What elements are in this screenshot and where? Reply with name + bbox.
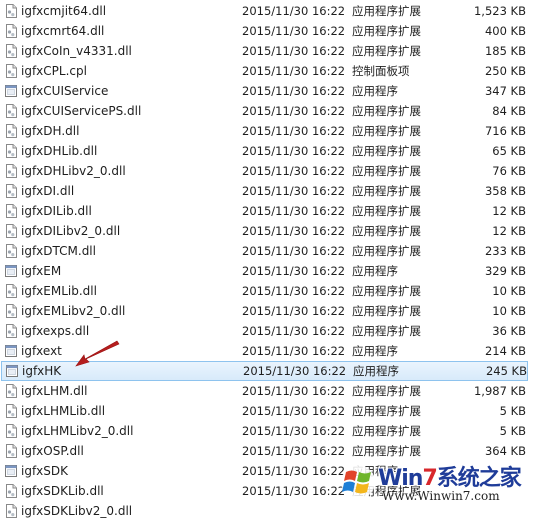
windows-logo-icon xyxy=(341,465,375,499)
watermark-url: Www.Winwin7.com xyxy=(382,489,500,503)
watermark: Win7系统之家 Www.Winwin7.com xyxy=(340,456,530,511)
red-arrow-icon xyxy=(75,340,120,367)
watermark-brand: Win7系统之家 xyxy=(378,466,522,491)
